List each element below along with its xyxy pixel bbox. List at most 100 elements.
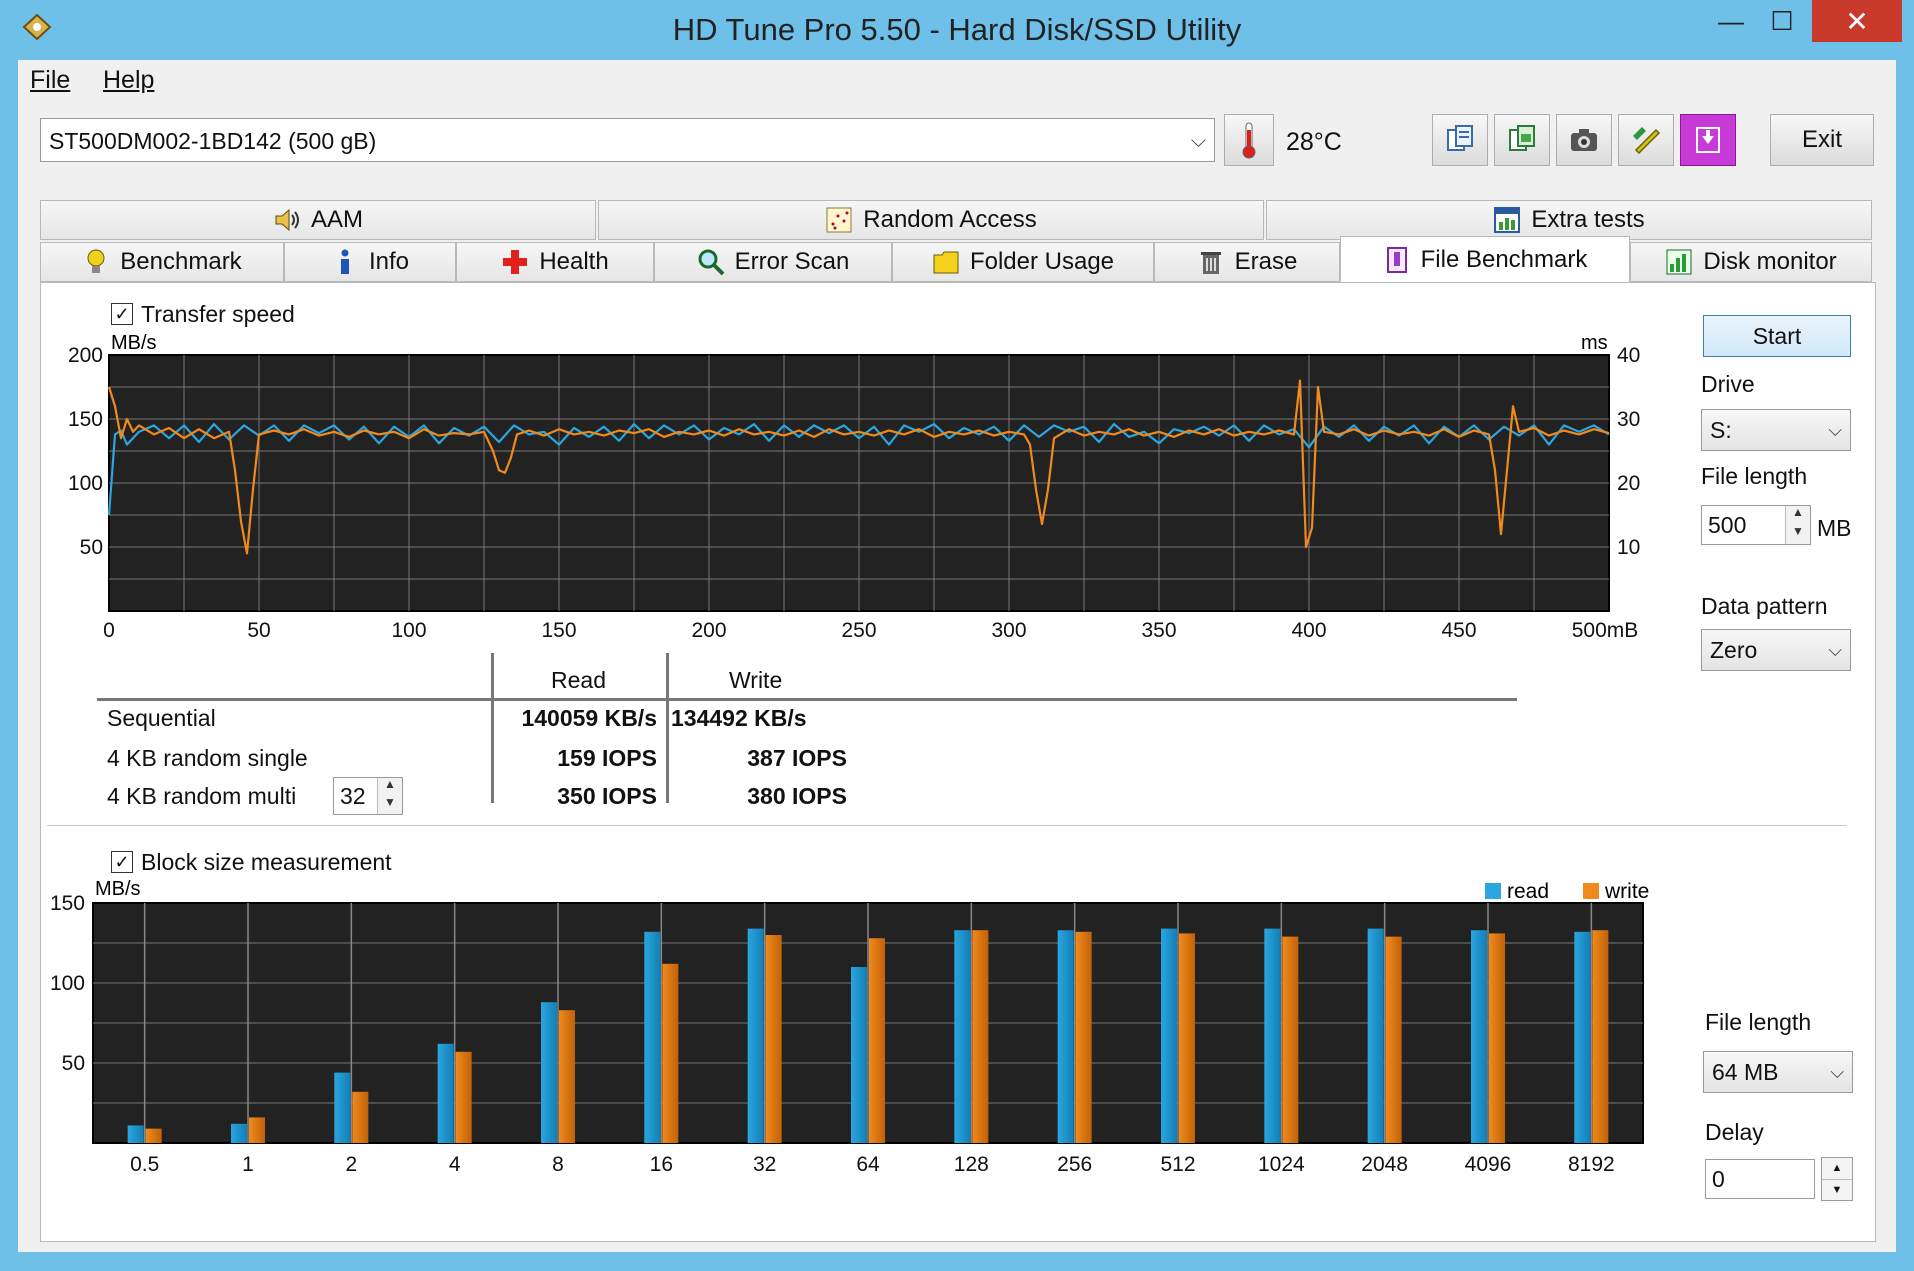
chevron-down-icon: ⌵ xyxy=(1830,1061,1844,1082)
x-axis-unit-label: 500mB xyxy=(1572,619,1639,642)
read-bar xyxy=(1057,930,1074,1143)
extra-tests-icon xyxy=(1494,207,1521,233)
save-button[interactable] xyxy=(1680,114,1736,166)
legend-read-label: read xyxy=(1507,880,1549,903)
magnifier-icon xyxy=(698,249,725,276)
stepper-down-icon[interactable]: ▼ xyxy=(1785,525,1810,544)
read-bar xyxy=(334,1072,351,1143)
write-bar xyxy=(972,930,989,1143)
x-tick-label: 4 xyxy=(449,1153,461,1176)
col-write-header: Write xyxy=(729,667,783,693)
screenshot-button[interactable] xyxy=(1556,114,1612,166)
copy-screenshot-button[interactable] xyxy=(1494,114,1550,166)
temperature-box xyxy=(1224,114,1274,166)
drive-select[interactable]: ST500DM002-1BD142 (500 gB) ⌵ xyxy=(40,118,1215,162)
bulb-icon xyxy=(87,249,105,273)
x-tick-label: 300 xyxy=(991,619,1026,642)
speaker-icon xyxy=(275,208,299,232)
x-tick-label: 150 xyxy=(541,619,576,642)
stepper-down-icon[interactable]: ▼ xyxy=(377,796,402,814)
tab-file-benchmark[interactable]: File Benchmark xyxy=(1340,236,1630,282)
x-tick-label: 256 xyxy=(1057,1153,1092,1176)
stepper-down-icon[interactable]: ▼ xyxy=(1822,1180,1852,1201)
sequential-read-value: 140059 KB/s xyxy=(521,705,657,731)
menu-help[interactable]: Help xyxy=(103,66,154,95)
drive-select-value: ST500DM002-1BD142 (500 gB) xyxy=(49,128,377,154)
tab-folder-usage[interactable]: Folder Usage xyxy=(892,242,1154,282)
window-title: HD Tune Pro 5.50 - Hard Disk/SSD Utility xyxy=(672,12,1242,47)
folder-icon xyxy=(933,251,959,274)
stepper-up-icon[interactable]: ▲ xyxy=(377,778,402,796)
write-bar xyxy=(1282,936,1299,1143)
row-random-multi-label: 4 KB random multi xyxy=(107,783,297,809)
data-pattern-value: Zero xyxy=(1710,636,1758,663)
copy-info-icon xyxy=(1447,125,1473,151)
tab-label: Extra tests xyxy=(1531,206,1645,233)
info-icon xyxy=(340,249,349,274)
tab-benchmark[interactable]: Benchmark xyxy=(40,242,284,282)
y-tick-label: 100 xyxy=(50,972,85,995)
x-tick-label: 8 xyxy=(552,1153,564,1176)
x-tick-label: 50 xyxy=(247,619,270,642)
y-tick-label: 150 xyxy=(68,408,103,431)
section-divider xyxy=(47,825,1847,826)
x-tick-label: 0.5 xyxy=(130,1153,159,1176)
y-tick-label: 100 xyxy=(68,472,103,495)
tab-erase[interactable]: Erase xyxy=(1154,242,1340,282)
tab-health[interactable]: Health xyxy=(456,242,654,282)
disk-monitor-icon xyxy=(1666,249,1692,275)
temperature-value: 28°C xyxy=(1286,128,1342,156)
delay-input[interactable]: 0 xyxy=(1705,1159,1815,1199)
health-cross-icon xyxy=(503,250,528,274)
y-tick-label: 200 xyxy=(68,344,103,367)
chevron-down-icon: ⌵ xyxy=(1828,419,1842,440)
options-button[interactable] xyxy=(1618,114,1674,166)
file-length-stepper[interactable]: 500 ▲ ▼ xyxy=(1701,505,1811,545)
tab-extra-tests[interactable]: Extra tests xyxy=(1266,200,1872,240)
block-file-length-value: 64 MB xyxy=(1712,1058,1779,1085)
x-tick-label: 1 xyxy=(242,1153,254,1176)
queue-depth-stepper[interactable]: 32 ▲ ▼ xyxy=(333,777,403,815)
legend-write-label: write xyxy=(1604,880,1649,903)
write-bar xyxy=(249,1117,265,1143)
results-col-divider xyxy=(666,653,669,803)
stepper-up-icon[interactable]: ▲ xyxy=(1822,1158,1852,1180)
delay-stepper[interactable]: ▲ ▼ xyxy=(1821,1157,1853,1201)
tabs-area: AAM Random Access Extra tests Benchmark … xyxy=(18,192,1896,1252)
start-button[interactable]: Start xyxy=(1703,315,1851,357)
write-bar xyxy=(662,963,679,1143)
tab-info[interactable]: Info xyxy=(284,242,456,282)
tab-label: AAM xyxy=(310,206,363,233)
write-bar xyxy=(559,1010,575,1143)
close-button[interactable]: ✕ xyxy=(1812,0,1902,42)
y2-tick-label: 20 xyxy=(1617,472,1640,495)
chevron-down-icon: ⌵ xyxy=(1828,639,1842,660)
results-header-rule xyxy=(97,698,1517,701)
legend-read-swatch xyxy=(1485,883,1501,899)
write-bar xyxy=(455,1051,472,1143)
data-pattern-select[interactable]: Zero ⌵ xyxy=(1701,629,1851,671)
tab-error-scan[interactable]: Error Scan xyxy=(654,242,892,282)
block-size-checkbox[interactable]: ✓ xyxy=(111,851,133,873)
drive-letter-select[interactable]: S: ⌵ xyxy=(1701,409,1851,451)
x-tick-label: 1024 xyxy=(1258,1153,1305,1176)
exit-button[interactable]: Exit xyxy=(1770,114,1874,166)
menu-file[interactable]: File xyxy=(30,66,70,95)
chart-grid xyxy=(109,355,1609,611)
tab-random-access[interactable]: Random Access xyxy=(598,200,1264,240)
x-tick-label: 16 xyxy=(650,1153,673,1176)
transfer-speed-checkbox[interactable]: ✓ xyxy=(111,303,133,325)
stepper-up-icon[interactable]: ▲ xyxy=(1785,506,1810,525)
copy-info-button[interactable] xyxy=(1432,114,1488,166)
block-size-chart: MB/s read write 0.5 1 2 4 8 16 32 64 128 256 512 10… xyxy=(50,878,1649,1176)
tab-disk-monitor[interactable]: Disk monitor xyxy=(1630,242,1872,282)
maximize-button[interactable]: ☐ xyxy=(1752,0,1812,42)
x-tick-label: 400 xyxy=(1291,619,1326,642)
block-file-length-select[interactable]: 64 MB ⌵ xyxy=(1703,1051,1853,1093)
tab-label: Folder Usage xyxy=(969,248,1115,275)
thermometer-icon xyxy=(1242,122,1256,159)
tab-label: Random Access xyxy=(863,206,1037,233)
tab-aam[interactable]: AAM xyxy=(40,200,596,240)
write-bar xyxy=(352,1091,369,1143)
read-bar xyxy=(1471,930,1487,1143)
